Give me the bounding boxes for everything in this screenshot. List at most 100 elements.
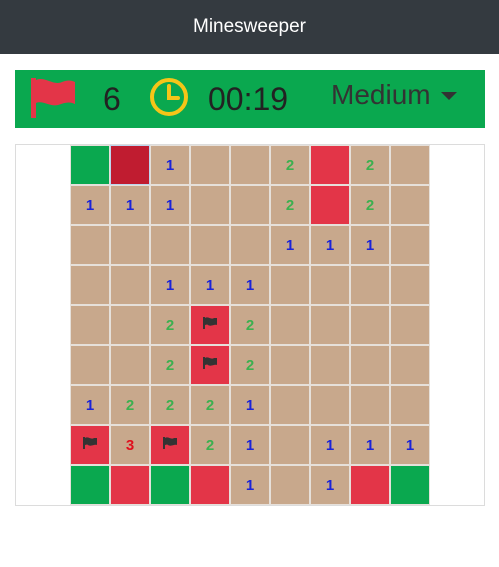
cell-number: 3 <box>125 436 135 454</box>
board-cell[interactable] <box>390 265 430 305</box>
board-cell[interactable] <box>310 265 350 305</box>
board-cell[interactable] <box>270 465 310 505</box>
board-cell[interactable] <box>110 265 150 305</box>
board-cell[interactable] <box>110 465 150 505</box>
cell-number: 2 <box>245 316 255 334</box>
cell-number: 2 <box>165 396 175 414</box>
cell-number: 2 <box>205 436 215 454</box>
cell-number: 1 <box>85 196 95 214</box>
cell-number: 2 <box>285 196 295 214</box>
board-cell[interactable] <box>390 225 430 265</box>
board-cell[interactable]: 1 <box>230 385 270 425</box>
board-cell[interactable] <box>350 265 390 305</box>
board-cell[interactable]: 1 <box>230 265 270 305</box>
board-cell[interactable]: 2 <box>350 145 390 185</box>
board-cell[interactable] <box>110 345 150 385</box>
board-cell[interactable] <box>390 345 430 385</box>
board-cell[interactable] <box>270 345 310 385</box>
board-cell[interactable] <box>70 225 110 265</box>
board-cell[interactable] <box>270 305 310 345</box>
board-cell[interactable] <box>390 465 430 505</box>
board-cell[interactable]: 1 <box>150 145 190 185</box>
board-cell[interactable] <box>270 265 310 305</box>
board-cell[interactable]: 2 <box>270 185 310 225</box>
difficulty-dropdown[interactable]: Medium <box>331 79 457 111</box>
board-cell[interactable]: 1 <box>70 385 110 425</box>
board-cell[interactable] <box>150 425 190 465</box>
board-cell[interactable] <box>390 385 430 425</box>
board-cell[interactable] <box>190 145 230 185</box>
cell-number: 2 <box>205 396 215 414</box>
board-cell[interactable] <box>150 225 190 265</box>
board-cell[interactable] <box>310 305 350 345</box>
board-cell[interactable]: 2 <box>150 385 190 425</box>
board-cell[interactable] <box>70 465 110 505</box>
board-cell[interactable] <box>70 145 110 185</box>
board-cell[interactable] <box>190 305 230 345</box>
board-cell[interactable] <box>110 225 150 265</box>
board-cell[interactable] <box>270 385 310 425</box>
board-cell[interactable]: 1 <box>70 185 110 225</box>
board-cell[interactable] <box>310 345 350 385</box>
board-cell[interactable]: 2 <box>190 385 230 425</box>
board-cell[interactable]: 1 <box>390 425 430 465</box>
board-cell[interactable]: 2 <box>270 145 310 185</box>
board-cell[interactable] <box>310 385 350 425</box>
board-cell[interactable]: 2 <box>230 345 270 385</box>
board-cell[interactable] <box>190 465 230 505</box>
board-cell[interactable] <box>70 425 110 465</box>
board-cell[interactable]: 2 <box>190 425 230 465</box>
board-cell[interactable]: 1 <box>230 465 270 505</box>
cell-number: 1 <box>85 396 95 414</box>
board-cell[interactable]: 1 <box>350 425 390 465</box>
board-cell[interactable] <box>190 185 230 225</box>
board-cell[interactable]: 1 <box>310 225 350 265</box>
flag-icon <box>202 356 218 374</box>
board-cell[interactable] <box>350 305 390 345</box>
board-cell[interactable] <box>350 385 390 425</box>
board-cell[interactable]: 1 <box>270 225 310 265</box>
board-cell[interactable] <box>270 425 310 465</box>
cell-number: 2 <box>365 156 375 174</box>
board-cell[interactable]: 1 <box>310 465 350 505</box>
board-cell[interactable] <box>230 185 270 225</box>
board-cell[interactable] <box>70 265 110 305</box>
board-cell[interactable]: 1 <box>150 265 190 305</box>
cell-number: 2 <box>365 196 375 214</box>
board-cell[interactable] <box>190 225 230 265</box>
game-timer: 00:19 <box>208 81 289 117</box>
cell-number: 1 <box>325 436 335 454</box>
board-cell[interactable] <box>70 345 110 385</box>
board-cell[interactable]: 1 <box>150 185 190 225</box>
board-cell[interactable]: 1 <box>350 225 390 265</box>
board-cell[interactable]: 2 <box>150 305 190 345</box>
board-cell[interactable] <box>230 225 270 265</box>
cell-number: 1 <box>245 276 255 294</box>
flag-icon <box>162 436 178 454</box>
clock-icon <box>147 76 191 125</box>
board-cell[interactable] <box>350 465 390 505</box>
board-cell[interactable]: 2 <box>150 345 190 385</box>
board-cell[interactable]: 1 <box>230 425 270 465</box>
board-cell[interactable] <box>190 345 230 385</box>
board-cell[interactable] <box>390 185 430 225</box>
cell-number: 1 <box>125 196 135 214</box>
board-cell[interactable]: 3 <box>110 425 150 465</box>
board-cell[interactable]: 1 <box>310 425 350 465</box>
board-cell[interactable] <box>350 345 390 385</box>
board-cell[interactable] <box>310 185 350 225</box>
board-cell[interactable]: 2 <box>110 385 150 425</box>
board-cell[interactable] <box>150 465 190 505</box>
cell-number: 1 <box>365 236 375 254</box>
board-cell[interactable] <box>310 145 350 185</box>
board-cell[interactable] <box>390 145 430 185</box>
board-cell[interactable] <box>230 145 270 185</box>
board-cell[interactable] <box>390 305 430 345</box>
board-cell[interactable]: 1 <box>110 185 150 225</box>
board-cell[interactable]: 2 <box>350 185 390 225</box>
board-cell[interactable]: 1 <box>190 265 230 305</box>
board-cell[interactable] <box>110 305 150 345</box>
board-cell[interactable] <box>110 145 150 185</box>
board-cell[interactable] <box>70 305 110 345</box>
board-cell[interactable]: 2 <box>230 305 270 345</box>
